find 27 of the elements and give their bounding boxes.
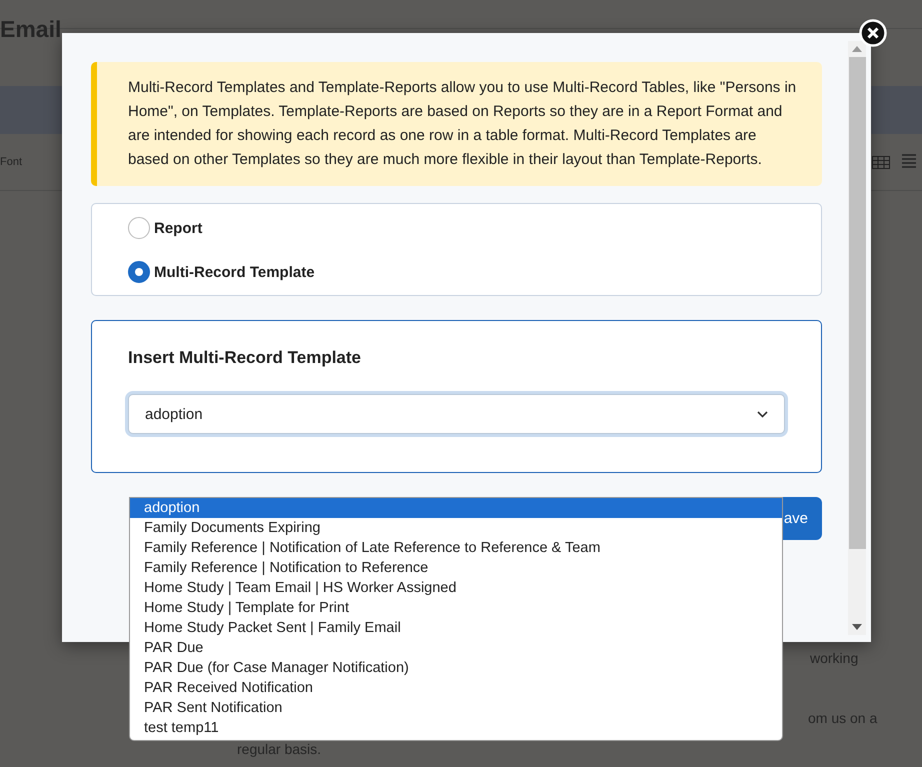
notice-text: Multi-Record Templates and Template-Reports allow you to use Multi-Record Tables, like "Persons in Home", on Templates. Template-Reports are based on Reports so they are in a Report Format and are intended for showing each record as one row in a table format. Multi-Record Templates are based on other Templates so they are much more flexible in their layout than Template-Reports. <box>91 62 822 186</box>
dropdown-option[interactable]: test temp11 <box>130 718 782 738</box>
dropdown-option[interactable]: Family Reference | Notification to Reference <box>130 558 782 578</box>
scroll-down-icon[interactable] <box>852 624 862 630</box>
template-select[interactable]: adoption <box>128 394 785 434</box>
align-icon[interactable] <box>902 154 916 170</box>
dropdown-option[interactable]: adoption <box>130 498 782 518</box>
dropdown-option[interactable]: Home Study | Template for Print <box>130 598 782 618</box>
radio-label[interactable]: Multi-Record Template <box>154 264 315 280</box>
dropdown-option[interactable]: PAR Due (for Case Manager Notification) <box>130 658 782 678</box>
chevron-icon <box>757 410 768 418</box>
radio-button[interactable] <box>128 217 150 239</box>
dropdown-option[interactable]: PAR Due <box>130 638 782 658</box>
scroll-up-icon[interactable] <box>852 46 862 52</box>
radio-label[interactable]: Report <box>154 220 202 236</box>
close-icon[interactable] <box>859 19 887 47</box>
dropdown-option[interactable]: PAR Sent Notification <box>130 698 782 718</box>
dropdown-option[interactable]: PAR Received Notification <box>130 678 782 698</box>
scrollbar[interactable] <box>848 41 866 635</box>
dropdown-option[interactable]: Home Study Packet Sent | Family Email <box>130 618 782 638</box>
dropdown-option[interactable]: Home Study | Team Email | HS Worker Assigned <box>130 578 782 598</box>
dropdown-option[interactable]: Family Reference | Notification of Late Reference to Reference & Team <box>130 538 782 558</box>
toolbar-label: Font <box>0 156 22 168</box>
table-icon[interactable] <box>872 156 890 168</box>
dropdown-option[interactable]: Family Documents Expiring <box>130 518 782 538</box>
radio-button[interactable] <box>128 261 150 283</box>
section-title: Insert Multi-Record Template <box>128 348 362 368</box>
